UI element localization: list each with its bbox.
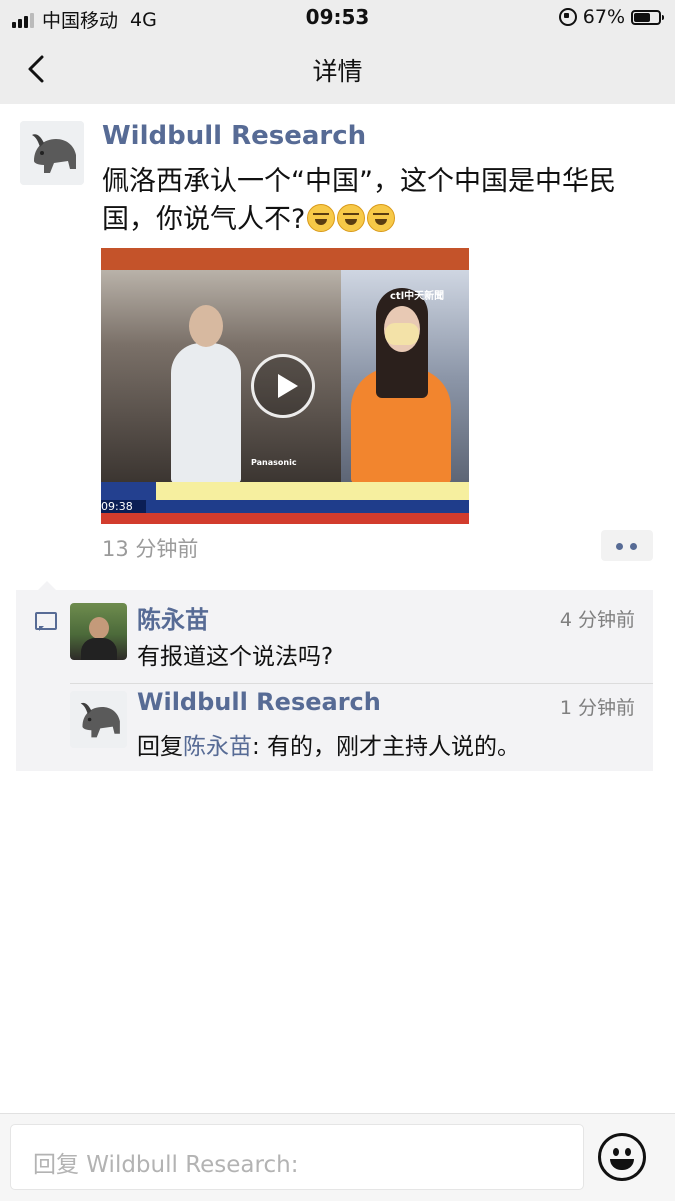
page-title: 详情: [312, 57, 363, 86]
reply-to-user[interactable]: 陈永苗: [183, 734, 252, 760]
more-dots-icon[interactable]: [601, 530, 653, 561]
battery-percent: 67%: [582, 6, 625, 28]
video-channel-logo: ctl中天新聞: [390, 291, 445, 302]
avatar[interactable]: [70, 691, 127, 748]
status-bar: 中国移动 4G 09:53 67%: [0, 0, 675, 34]
comment-timestamp: 1 分钟前: [559, 697, 635, 719]
avatar[interactable]: [70, 603, 127, 660]
status-right: 67%: [558, 6, 664, 28]
video-ticker: [101, 500, 469, 513]
video-anchor: [351, 288, 451, 483]
divider: [70, 683, 653, 684]
video-ticker-red: [101, 513, 469, 524]
laughing-crying-emoji-icon: [367, 204, 396, 232]
bison-icon: [70, 691, 127, 748]
comment-text[interactable]: 有报道这个说法吗?: [137, 637, 333, 671]
comment-author[interactable]: Wildbull Research: [137, 688, 381, 716]
reply-input[interactable]: 回复 Wildbull Research:: [10, 1124, 584, 1190]
video-thumbnail[interactable]: ctl中天新聞 Panasonic 09:38: [101, 248, 469, 524]
bison-icon: [20, 121, 84, 185]
battery-icon: [631, 9, 664, 25]
reply-body: : 有的，刚才主持人说的。: [252, 734, 521, 760]
comments-panel: 陈永苗 4 分钟前 有报道这个说法吗? Wildbull Research 1 …: [16, 581, 653, 771]
post-text: 佩洛西承认一个“中国”，这个中国是中华民国，你说气人不?: [102, 163, 652, 239]
orientation-lock-icon: [558, 8, 577, 26]
video-ticker-time: 09:38: [101, 500, 146, 513]
smile-icon[interactable]: [598, 1133, 646, 1181]
laughing-crying-emoji-icon: [307, 204, 336, 232]
nav-bar: 详情: [0, 34, 675, 104]
comment-icon: [35, 612, 57, 631]
reply-bar: 回复 Wildbull Research:: [0, 1113, 675, 1201]
video-headline-bar: [101, 482, 469, 500]
play-icon[interactable]: [251, 354, 315, 418]
post-author[interactable]: Wildbull Research: [102, 121, 366, 151]
comment-text[interactable]: 回复陈永苗: 有的，刚才主持人说的。: [137, 727, 520, 761]
video-brand: Panasonic: [251, 458, 297, 467]
video-person: [171, 305, 241, 483]
comment-author[interactable]: 陈永苗: [137, 600, 209, 635]
post-timestamp: 13 分钟前: [102, 537, 199, 561]
avatar[interactable]: [20, 121, 84, 185]
comment-timestamp: 4 分钟前: [559, 609, 635, 631]
reply-prefix: 回复: [137, 734, 183, 760]
laughing-crying-emoji-icon: [337, 204, 366, 232]
